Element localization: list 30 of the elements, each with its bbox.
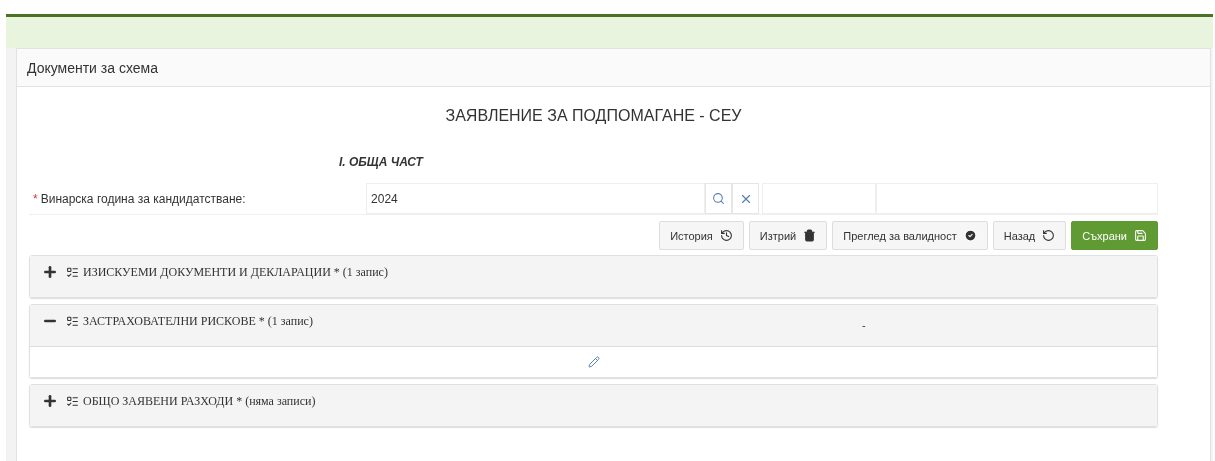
expand-icon[interactable] xyxy=(42,264,58,280)
section-heading: ЗАСТРАХОВАТЕЛНИ РИСКОВЕ * (1 запис) xyxy=(83,314,313,329)
section-heading: ОБЩО ЗАЯВЕНИ РАЗХОДИ * (няма записи) xyxy=(83,394,316,409)
accordion-header[interactable]: ЗАСТРАХОВАТЕЛНИ РИСКОВЕ * (1 запис) - xyxy=(30,305,1157,346)
check-icon xyxy=(963,229,977,242)
history-button[interactable]: История xyxy=(659,221,744,250)
list-icon xyxy=(66,266,79,279)
expand-icon[interactable] xyxy=(42,393,58,409)
accordion-header[interactable]: ИЗИСКУЕМИ ДОКУМЕНТИ И ДЕКЛАРАЦИИ * (1 запис) xyxy=(30,256,1157,297)
clock-icon xyxy=(719,229,733,242)
section-heading: ИЗИСКУЕМИ ДОКУМЕНТИ И ДЕКЛАРАЦИИ * (1 запис) xyxy=(83,265,388,280)
back-button[interactable]: Назад xyxy=(992,221,1067,250)
trash-icon xyxy=(803,229,817,242)
panel-title: Документи за схема xyxy=(17,49,1210,87)
required-mark: * xyxy=(33,191,38,206)
field-label: Винарска година за кандидатстване: xyxy=(40,191,246,206)
validate-button[interactable]: Преглед за валидност xyxy=(832,221,988,250)
year-field[interactable]: 2024 xyxy=(366,183,706,214)
edit-icon[interactable] xyxy=(587,356,600,368)
accordion-header[interactable]: ОБЩО ЗАЯВЕНИ РАЗХОДИ * (няма записи) xyxy=(30,385,1157,426)
search-button[interactable] xyxy=(705,183,733,214)
search-icon xyxy=(712,192,726,205)
header-note: - xyxy=(862,319,866,331)
list-icon xyxy=(66,315,79,328)
section-title: I. ОБЩА ЧАСТ xyxy=(339,155,425,169)
floppy-icon xyxy=(1134,229,1147,242)
undo-icon xyxy=(1042,229,1056,242)
form-title: ЗАЯВЛЕНИЕ ЗА ПОДПОМАГАНЕ - СЕУ xyxy=(444,107,743,125)
delete-button[interactable]: Изтрий xyxy=(748,221,828,250)
list-icon xyxy=(66,395,79,408)
